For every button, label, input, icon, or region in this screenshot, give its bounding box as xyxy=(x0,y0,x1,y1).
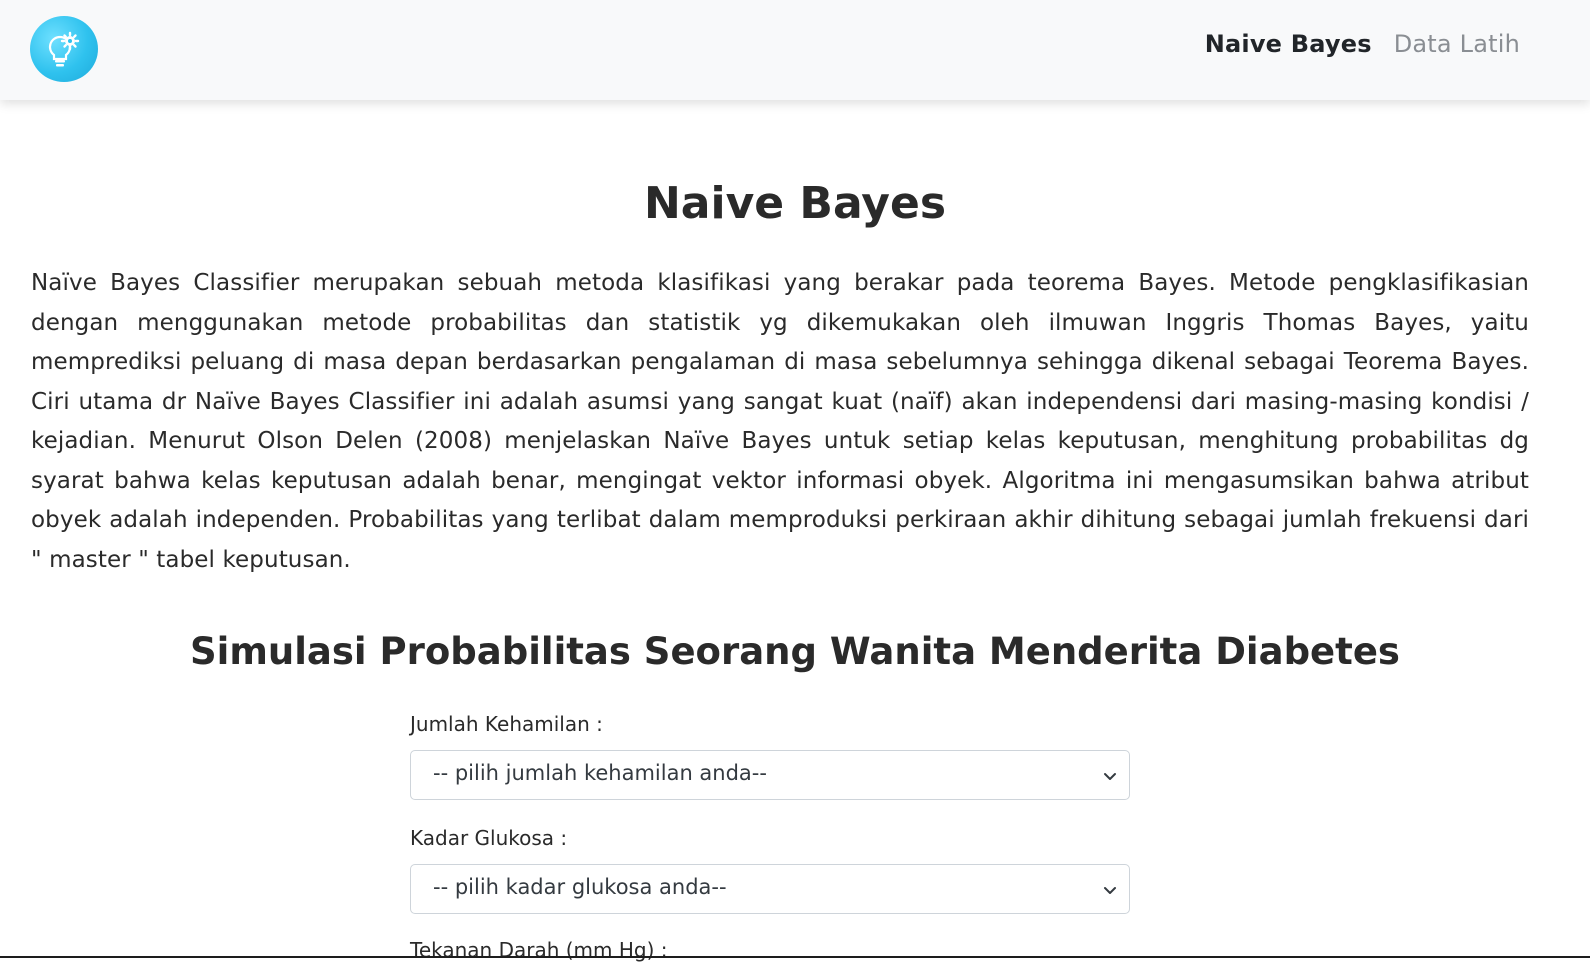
form-group-glukosa: Kadar Glukosa : -- pilih kadar glukosa a… xyxy=(410,826,1140,914)
select-kehamilan-value: -- pilih jumlah kehamilan anda-- xyxy=(433,761,767,785)
field-label-kehamilan: Jumlah Kehamilan : xyxy=(410,712,603,736)
viewport-bottom-edge xyxy=(0,956,1590,958)
lightbulb-gear-icon[interactable] xyxy=(30,16,98,82)
field-label-glukosa: Kadar Glukosa : xyxy=(410,826,568,850)
logo-graphic xyxy=(48,31,80,67)
select-kehamilan[interactable]: -- pilih jumlah kehamilan anda-- xyxy=(410,750,1130,800)
nav-link-naive-bayes[interactable]: Naive Bayes xyxy=(1205,30,1372,58)
chevron-down-icon xyxy=(1104,773,1116,780)
select-glukosa[interactable]: -- pilih kadar glukosa anda-- xyxy=(410,864,1130,914)
nav-link-data-latih[interactable]: Data Latih xyxy=(1394,30,1520,58)
field-label-tekanan-darah: Tekanan Darah (mm Hg) : xyxy=(410,938,668,962)
intro-paragraph: Naïve Bayes Classifier merupakan sebuah … xyxy=(31,270,1529,573)
simulation-title: Simulasi Probabilitas Seorang Wanita Men… xyxy=(190,630,1400,673)
navbar: Naive Bayes Data Latih xyxy=(0,0,1590,100)
chevron-down-icon xyxy=(1104,887,1116,894)
page-title: Naive Bayes xyxy=(643,178,947,229)
nav-links: Naive Bayes Data Latih xyxy=(1205,30,1520,58)
form-group-kehamilan: Jumlah Kehamilan : -- pilih jumlah keham… xyxy=(410,712,1140,800)
select-glukosa-value: -- pilih kadar glukosa anda-- xyxy=(433,875,727,899)
